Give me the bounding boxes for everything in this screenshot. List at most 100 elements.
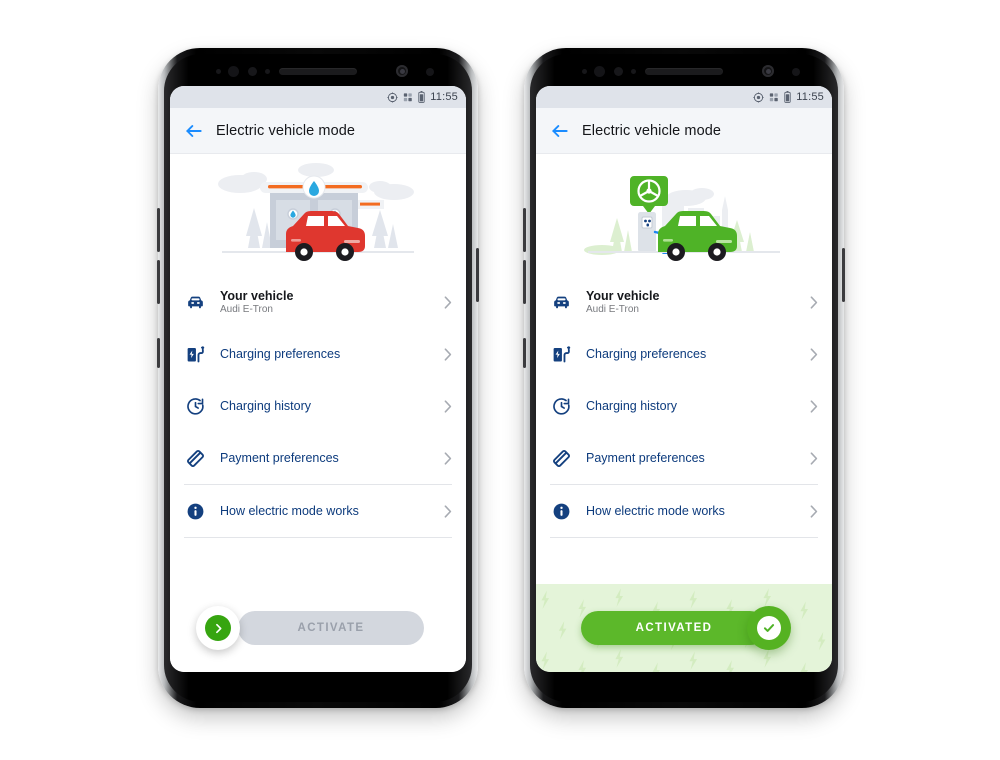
list-item-text: Payment preferences [586, 451, 796, 465]
activated-slider-label: ACTIVATED [635, 622, 713, 634]
activate-slider-knob[interactable] [196, 606, 240, 650]
list-item-text: Your vehicle Audi E-Tron [586, 289, 796, 315]
network-icon [769, 92, 779, 103]
car-front-icon [184, 291, 206, 313]
list-item-text: Charging preferences [586, 347, 796, 361]
led-indicator-icon [426, 68, 434, 76]
assistant-button[interactable] [523, 338, 526, 368]
led-indicator-icon [792, 68, 800, 76]
list-item-title: Payment preferences [586, 451, 705, 465]
list-item-how-electric-mode-works[interactable]: How electric mode works [536, 485, 832, 537]
volume-down-button[interactable] [157, 260, 160, 304]
app-bar: Electric vehicle mode [170, 108, 466, 154]
payment-tag-icon [184, 447, 206, 469]
back-arrow-icon[interactable] [184, 121, 204, 141]
list-divider-bottom [550, 537, 818, 538]
chevron-right-icon [444, 504, 452, 518]
list-item-your-vehicle[interactable]: Your vehicle Audi E-Tron [536, 276, 832, 328]
list-item-your-vehicle[interactable]: Your vehicle Audi E-Tron [170, 276, 466, 328]
phone-device-activated: 11:55 Electric vehicle mode Your vehicle… [523, 48, 845, 708]
list-item-title: How electric mode works [220, 504, 359, 518]
list-item-subtitle: Audi E-Tron [586, 304, 639, 315]
activated-slider-track[interactable]: ACTIVATED [581, 606, 791, 650]
list-item-title: Charging history [220, 399, 312, 413]
front-camera-icon [762, 65, 774, 77]
activate-slider-label: ACTIVATE [297, 622, 365, 634]
chevron-right-icon [810, 347, 818, 361]
sensor-dot-icon [582, 69, 587, 74]
proximity-sensor-icon [614, 67, 623, 76]
list-item-title: Charging history [586, 399, 678, 413]
volume-down-button[interactable] [523, 260, 526, 304]
chevron-right-icon [810, 399, 818, 413]
settings-list: Your vehicle Audi E-Tron Charging prefer… [536, 274, 832, 584]
list-item-charging-preferences[interactable]: Charging preferences [536, 328, 832, 380]
list-item-text: Charging history [586, 399, 796, 413]
check-circle-white-icon [757, 616, 781, 640]
list-item-subtitle: Audi E-Tron [220, 304, 273, 315]
earpiece-speaker [279, 68, 357, 75]
light-sensor-icon [631, 69, 636, 74]
list-item-title: Payment preferences [220, 451, 339, 465]
chevron-right-green-icon [205, 615, 231, 641]
settings-list: Your vehicle Audi E-Tron Charging prefer… [170, 274, 466, 584]
phone-device-inactive: 11:55 Electric vehicle mode Your vehicle… [157, 48, 479, 708]
chevron-right-icon [810, 504, 818, 518]
list-item-text: Charging history [220, 399, 430, 413]
chevron-right-icon [444, 347, 452, 361]
hero-illustration-ev-charger [536, 154, 832, 274]
charging-station-icon [184, 343, 206, 365]
light-sensor-icon [265, 69, 270, 74]
history-clock-icon [184, 395, 206, 417]
list-item-text: Your vehicle Audi E-Tron [220, 289, 430, 315]
activated-slider-knob[interactable] [747, 606, 791, 650]
list-item-title: Charging preferences [586, 347, 707, 361]
list-item-text: How electric mode works [220, 504, 430, 518]
power-button[interactable] [476, 248, 479, 302]
back-arrow-icon[interactable] [550, 121, 570, 141]
proximity-sensor-icon [248, 67, 257, 76]
sensor-dot-icon [216, 69, 221, 74]
list-item-how-electric-mode-works[interactable]: How electric mode works [170, 485, 466, 537]
volume-up-button[interactable] [157, 208, 160, 252]
car-front-icon [550, 291, 572, 313]
location-icon [387, 91, 398, 103]
list-item-title: How electric mode works [586, 504, 725, 518]
chevron-right-icon [444, 295, 452, 309]
chevron-right-icon [444, 399, 452, 413]
list-item-title: Your vehicle [586, 289, 660, 303]
phone-screen-activated: 11:55 Electric vehicle mode Your vehicle… [536, 86, 832, 672]
volume-up-button[interactable] [523, 208, 526, 252]
list-divider-bottom [184, 537, 452, 538]
list-item-payment-preferences[interactable]: Payment preferences [536, 432, 832, 484]
chevron-right-icon [444, 451, 452, 465]
list-item-charging-history[interactable]: Charging history [536, 380, 832, 432]
front-camera-icon [396, 65, 408, 77]
phone-screen-inactive: 11:55 Electric vehicle mode Your vehicle… [170, 86, 466, 672]
battery-icon [418, 91, 425, 103]
power-button[interactable] [842, 248, 845, 302]
page-title: Electric vehicle mode [582, 122, 722, 139]
list-item-title: Your vehicle [220, 289, 294, 303]
info-circle-icon [184, 500, 206, 522]
list-item-title: Charging preferences [220, 347, 341, 361]
activate-action-area: ACTIVATE [170, 584, 466, 672]
phone-top-sensors [170, 60, 466, 82]
chevron-right-icon [810, 451, 818, 465]
charging-station-icon [550, 343, 572, 365]
list-item-text: How electric mode works [586, 504, 796, 518]
iris-scanner-icon [594, 66, 605, 77]
activate-slider-track[interactable]: ACTIVATE [196, 606, 424, 650]
list-item-text: Payment preferences [220, 451, 430, 465]
status-bar: 11:55 [536, 86, 832, 108]
list-item-charging-preferences[interactable]: Charging preferences [170, 328, 466, 380]
app-bar: Electric vehicle mode [536, 108, 832, 154]
payment-tag-icon [550, 447, 572, 469]
list-item-charging-history[interactable]: Charging history [170, 380, 466, 432]
assistant-button[interactable] [157, 338, 160, 368]
history-clock-icon [550, 395, 572, 417]
list-item-payment-preferences[interactable]: Payment preferences [170, 432, 466, 484]
list-item-text: Charging preferences [220, 347, 430, 361]
activated-action-area: ACTIVATED [536, 584, 832, 672]
status-bar-clock: 11:55 [796, 91, 824, 103]
